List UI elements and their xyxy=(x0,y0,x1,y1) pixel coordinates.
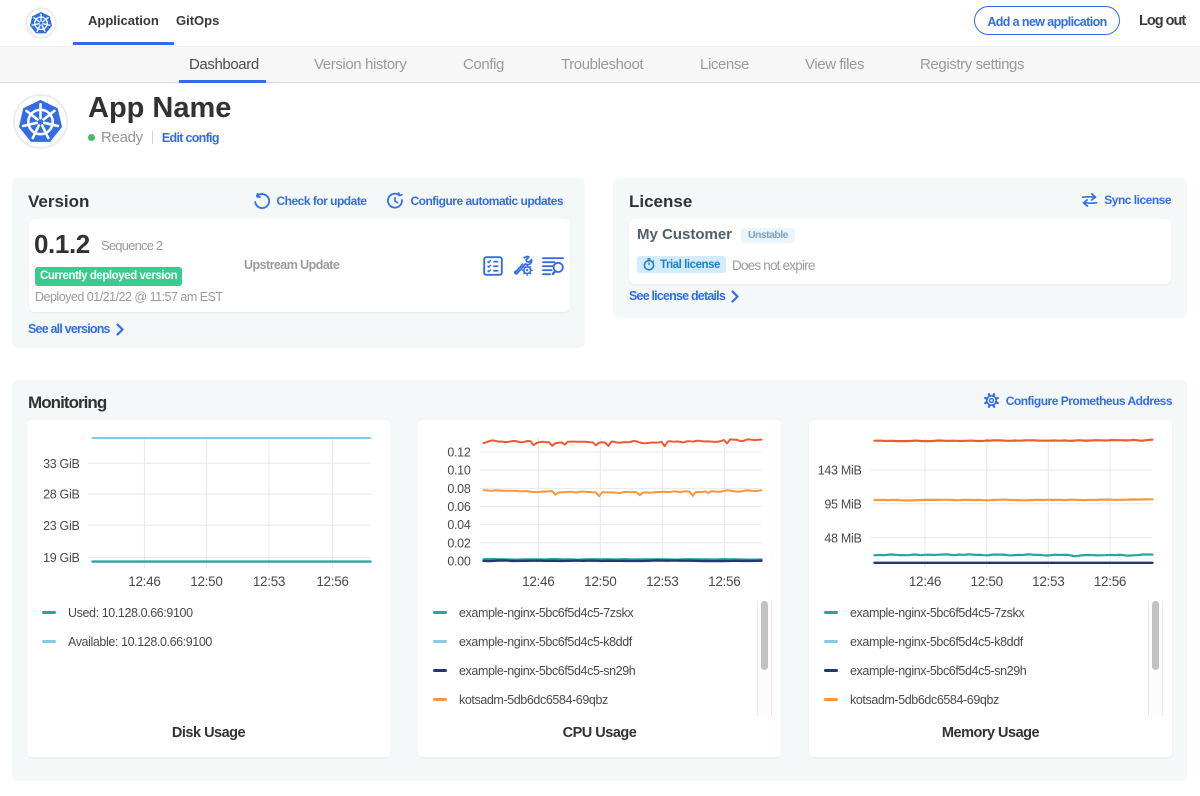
svg-text:12:56: 12:56 xyxy=(708,574,740,589)
svg-text:0.02: 0.02 xyxy=(447,536,470,550)
svg-text:19 GiB: 19 GiB xyxy=(43,551,79,565)
svg-text:12:53: 12:53 xyxy=(253,574,285,589)
svg-text:0.00: 0.00 xyxy=(447,555,470,569)
svg-text:0.08: 0.08 xyxy=(447,482,470,496)
svg-text:12:46: 12:46 xyxy=(909,574,941,589)
svg-text:23 GiB: 23 GiB xyxy=(43,519,79,533)
svg-text:143 MiB: 143 MiB xyxy=(818,463,862,477)
svg-text:28 GiB: 28 GiB xyxy=(43,488,79,502)
svg-text:12:56: 12:56 xyxy=(1094,574,1126,589)
svg-text:0.04: 0.04 xyxy=(447,518,470,532)
svg-text:12:50: 12:50 xyxy=(190,574,222,589)
svg-text:12:53: 12:53 xyxy=(1032,574,1064,589)
svg-text:95 MiB: 95 MiB xyxy=(824,497,861,511)
svg-text:48 MiB: 48 MiB xyxy=(824,531,861,545)
svg-text:12:53: 12:53 xyxy=(646,574,678,589)
svg-text:12:56: 12:56 xyxy=(316,574,348,589)
svg-text:12:46: 12:46 xyxy=(522,574,554,589)
svg-text:0.12: 0.12 xyxy=(447,446,470,460)
svg-text:12:46: 12:46 xyxy=(128,574,160,589)
svg-text:33 GiB: 33 GiB xyxy=(43,457,79,471)
svg-text:12:50: 12:50 xyxy=(971,574,1003,589)
svg-text:0.10: 0.10 xyxy=(447,464,470,478)
svg-text:0.06: 0.06 xyxy=(447,500,470,514)
svg-text:12:50: 12:50 xyxy=(584,574,616,589)
